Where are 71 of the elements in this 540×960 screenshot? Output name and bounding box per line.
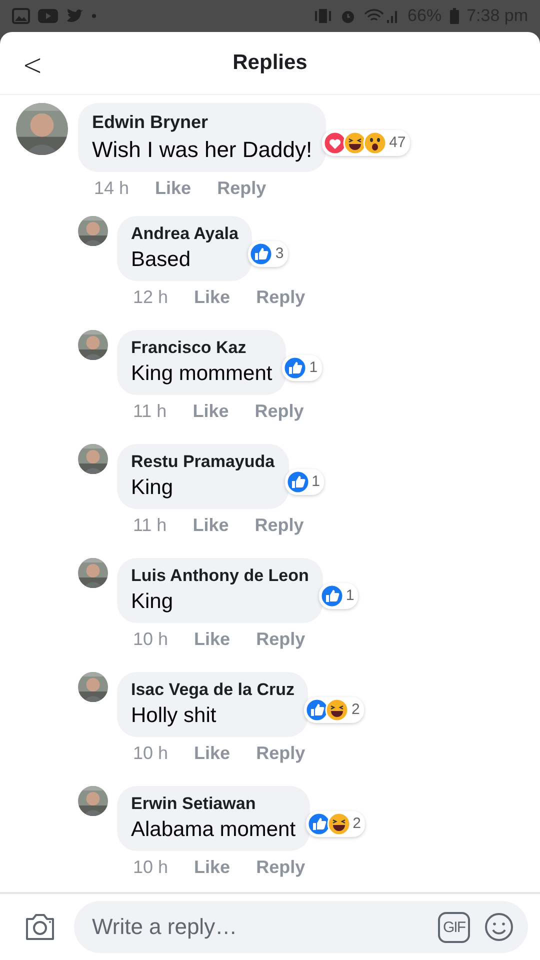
like-link[interactable]: Like xyxy=(192,515,229,536)
like-link[interactable]: Like xyxy=(194,857,230,878)
comment-time: 11 h xyxy=(133,401,167,422)
comment-time: 10 h xyxy=(133,743,168,764)
reply-link[interactable]: Reply xyxy=(217,178,266,199)
gallery-icon xyxy=(12,8,30,24)
bird-icon xyxy=(66,8,84,24)
like-link[interactable]: Like xyxy=(155,178,192,199)
reply-link[interactable]: Reply xyxy=(254,401,304,422)
vibrate-icon xyxy=(314,8,332,24)
reaction-summary[interactable]: 1 xyxy=(318,582,358,608)
reply-field[interactable]: Write a reply… GIF xyxy=(74,901,528,953)
thumbs-up-icon xyxy=(283,356,308,380)
comment-text: Wish I was her Daddy! xyxy=(92,137,312,163)
reaction-count: 3 xyxy=(275,245,284,262)
reaction-summary[interactable]: 2 xyxy=(306,810,365,836)
reaction-count: 2 xyxy=(351,701,360,718)
comment-text: King xyxy=(131,476,174,500)
author-name[interactable]: Edwin Bryner xyxy=(92,112,312,133)
author-name[interactable]: Isac Vega de la Cruz xyxy=(131,680,294,700)
thumbs-up-icon xyxy=(249,242,274,266)
smiley-icon[interactable] xyxy=(484,912,514,942)
comment-time: 10 h xyxy=(133,629,168,650)
like-link[interactable]: Like xyxy=(192,401,229,422)
reaction-summary[interactable]: 1 xyxy=(284,468,324,494)
comment-time: 11 h xyxy=(133,515,167,536)
reply-link[interactable]: Reply xyxy=(256,857,306,878)
back-button[interactable]: < xyxy=(16,44,50,87)
comment-time: 14 h xyxy=(94,178,130,199)
dot-icon xyxy=(92,14,96,18)
like-link[interactable]: Like xyxy=(194,629,230,650)
comment-text: Based xyxy=(131,248,192,272)
reaction-summary[interactable]: 2 xyxy=(304,696,364,722)
battery-icon xyxy=(450,8,459,24)
comment-time: 10 h xyxy=(133,857,168,878)
reply-link[interactable]: Reply xyxy=(256,629,306,650)
reaction-count: 1 xyxy=(312,473,320,490)
like-link[interactable]: Like xyxy=(194,743,230,764)
comment-time: 12 h xyxy=(133,287,168,308)
comment-text: Holly shit xyxy=(131,704,218,728)
like-link[interactable]: Like xyxy=(194,287,230,308)
comment-text: Alabama moment xyxy=(131,818,296,842)
reaction-count: 47 xyxy=(389,134,406,151)
reaction-summary[interactable]: 47 xyxy=(322,130,410,156)
thumbs-up-icon xyxy=(320,584,344,608)
author-name[interactable]: Francisco Kaz xyxy=(131,338,272,358)
camera-icon[interactable] xyxy=(24,913,56,941)
signal-icon xyxy=(364,8,400,24)
reaction-count: 2 xyxy=(352,815,361,832)
author-name[interactable]: Restu Pramayuda xyxy=(131,452,275,472)
page-title: Replies xyxy=(232,51,308,75)
author-name[interactable]: Andrea Ayala xyxy=(131,224,238,244)
reaction-count: 1 xyxy=(309,359,318,376)
reaction-summary[interactable]: 3 xyxy=(248,240,288,266)
reaction-count: 1 xyxy=(346,587,354,604)
laughing-face-icon xyxy=(325,698,350,722)
author-name[interactable]: Luis Anthony de Leon xyxy=(131,566,309,586)
reply-link[interactable]: Reply xyxy=(256,743,306,764)
laughing-face-icon xyxy=(326,812,351,836)
video-icon xyxy=(38,9,58,23)
thumbs-up-icon xyxy=(306,812,331,836)
reply-link[interactable]: Reply xyxy=(254,515,304,536)
comment-text: King momment xyxy=(131,362,272,386)
comment-text: King xyxy=(131,590,174,614)
thumbs-up-icon xyxy=(286,470,310,494)
reaction-summary[interactable]: 1 xyxy=(282,354,322,380)
gif-button[interactable]: GIF xyxy=(438,912,470,942)
author-name[interactable]: Erwin Setiawan xyxy=(131,794,296,814)
reply-link[interactable]: Reply xyxy=(256,287,306,308)
alarm-icon xyxy=(340,8,356,24)
surprised-face-icon xyxy=(363,130,388,154)
